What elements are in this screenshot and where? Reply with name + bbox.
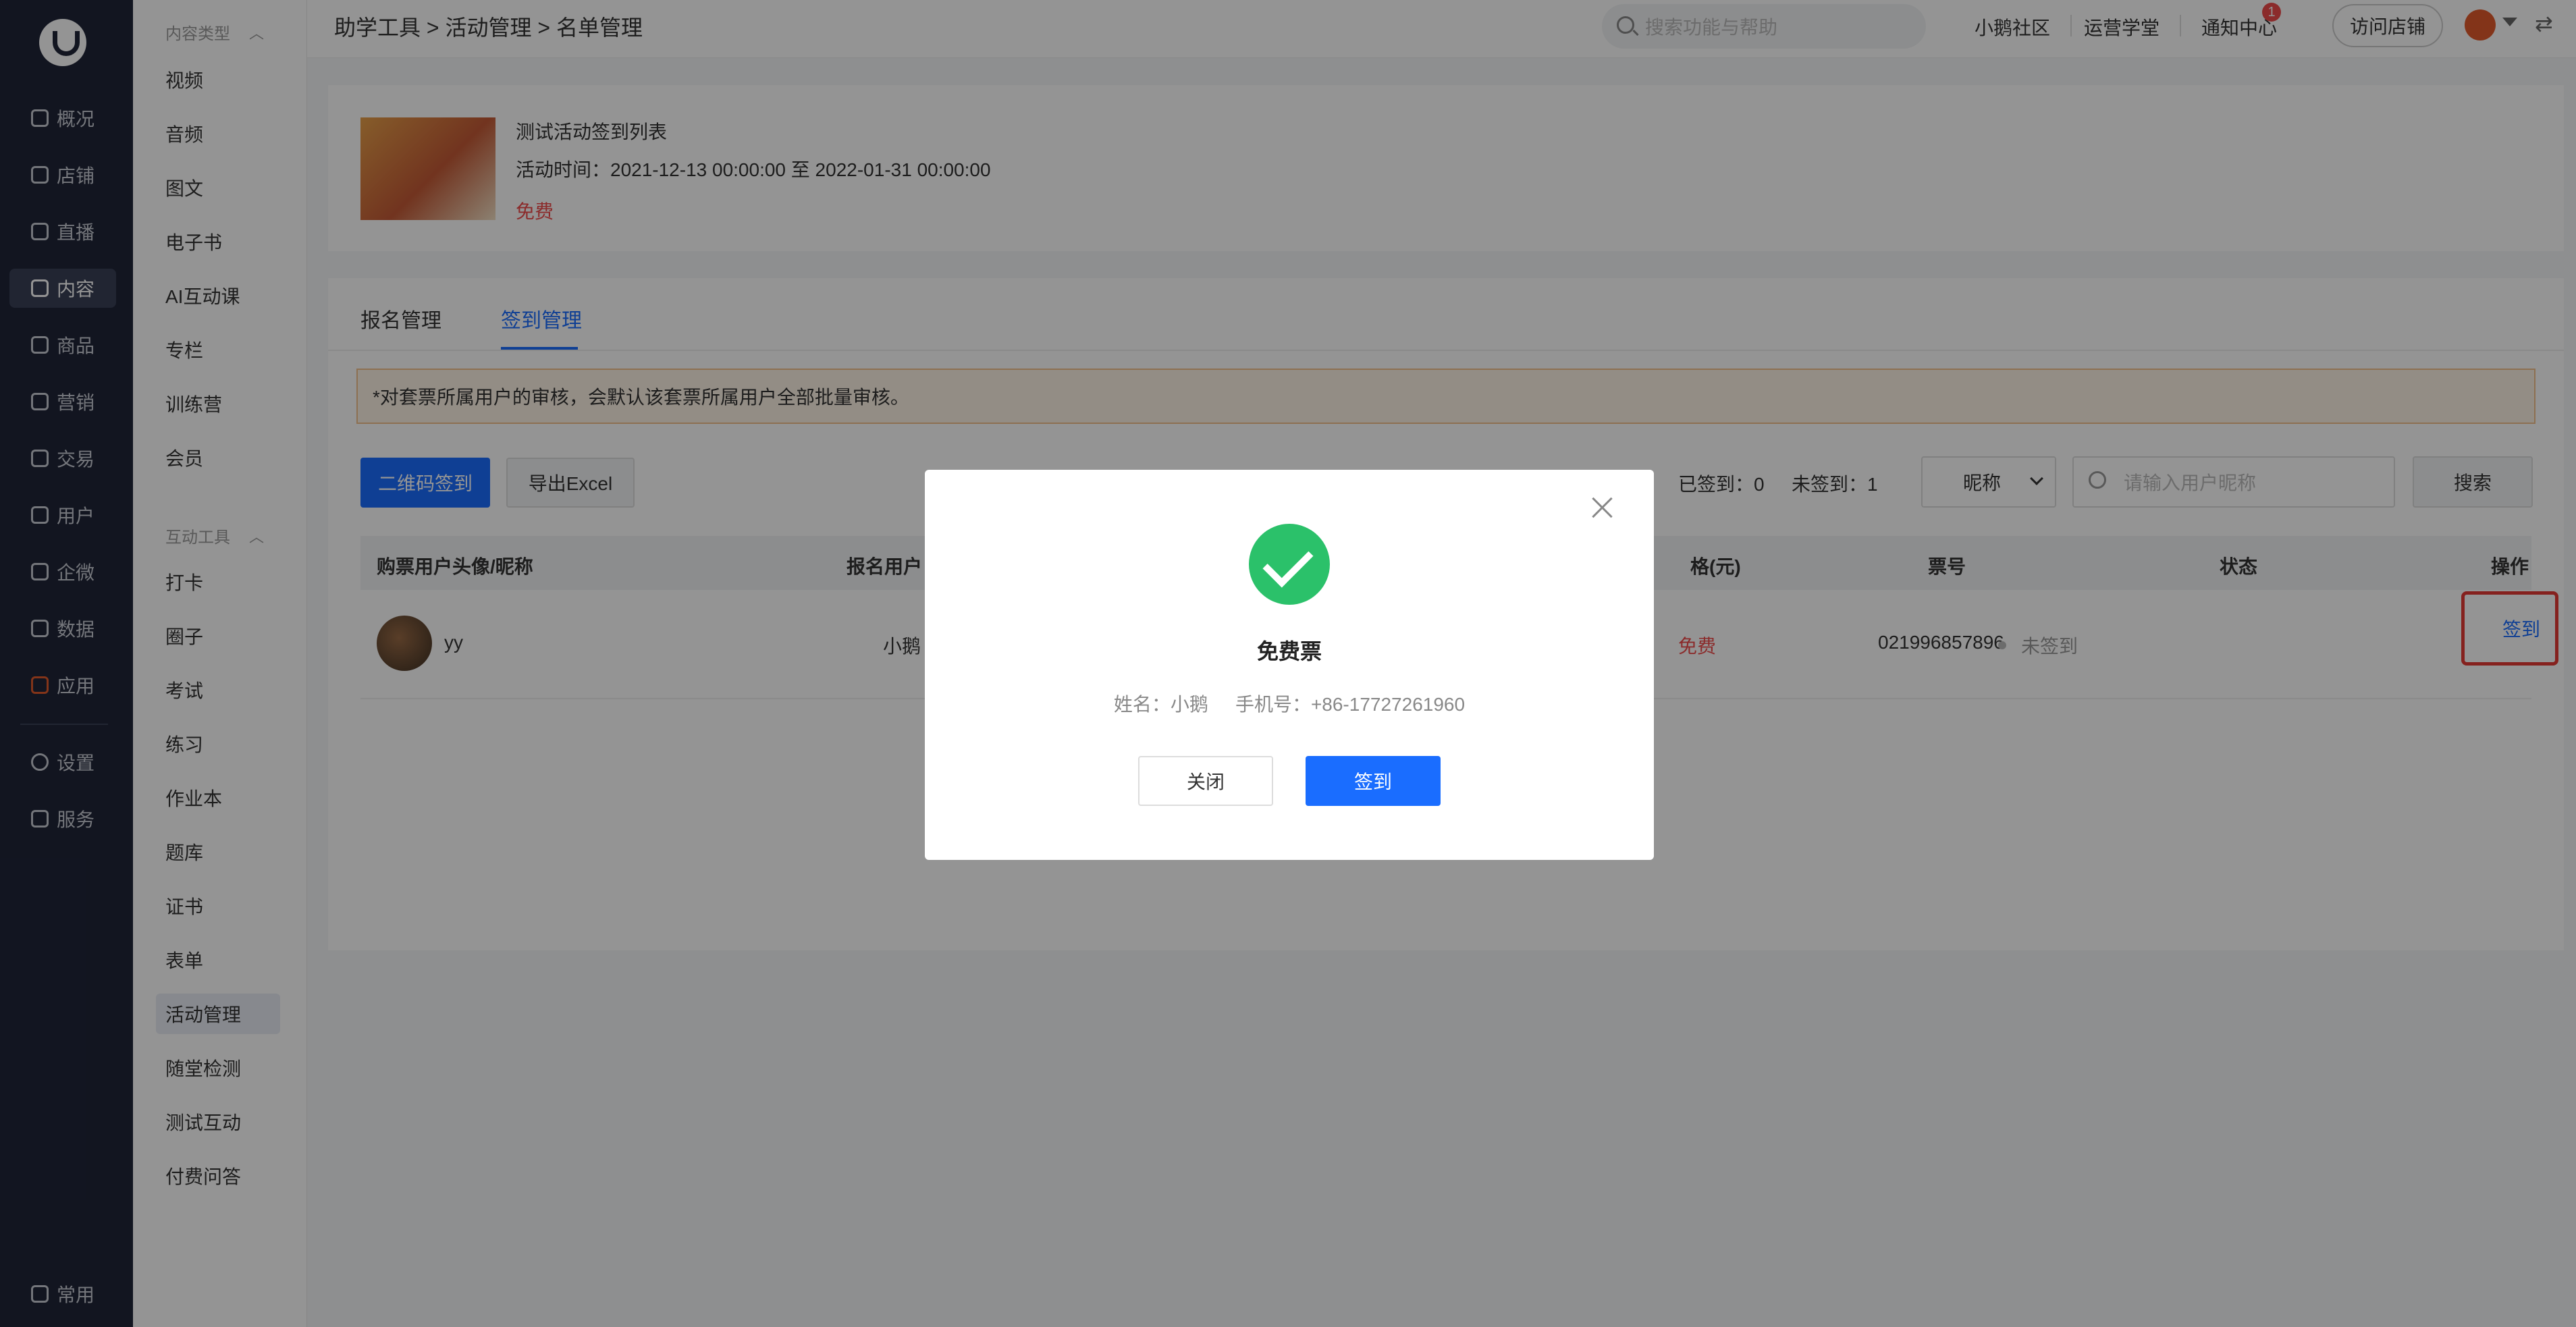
modal-signin-button[interactable]: 签到 — [1306, 756, 1441, 806]
check-circle-icon — [1249, 524, 1330, 605]
modal-user-info: 姓名：小鹅 手机号：+86-17727261960 — [925, 690, 1654, 717]
modal-phone: 手机号：+86-17727261960 — [1235, 694, 1466, 715]
close-icon[interactable] — [1589, 494, 1616, 521]
signin-modal: 免费票 姓名：小鹅 手机号：+86-17727261960 关闭 签到 — [925, 470, 1654, 860]
app-root: 概况 店铺 直播 内容 商品 营销 交易 用户 企微 数据 应用 设置 服务 常… — [0, 0, 2576, 1327]
modal-title: 免费票 — [1256, 639, 1322, 664]
modal-close-button[interactable]: 关闭 — [1138, 756, 1273, 806]
modal-name: 姓名：小鹅 — [1113, 694, 1208, 715]
